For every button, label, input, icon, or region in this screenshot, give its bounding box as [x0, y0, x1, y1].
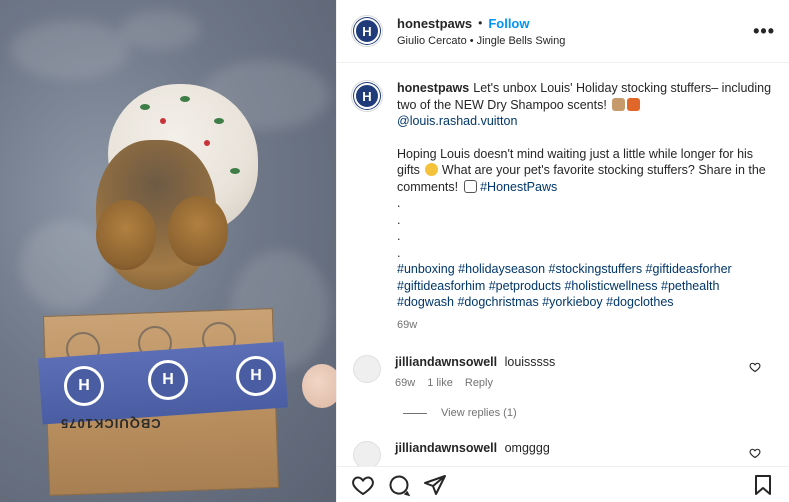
caption-dot: .: [397, 245, 401, 260]
comment-text: louisssss: [504, 355, 556, 369]
separator-dot: •: [478, 16, 483, 30]
comment-text: omgggg: [504, 441, 550, 455]
bookmark-icon[interactable]: [751, 473, 775, 497]
action-bar: [337, 466, 789, 502]
heart-icon[interactable]: [351, 473, 375, 497]
hashtag-link[interactable]: #HonestPaws: [480, 180, 557, 194]
comments-list[interactable]: H honestpaws Let's unbox Louis' Holiday s…: [337, 64, 789, 466]
comment-username[interactable]: jilliandawnsowell: [395, 355, 497, 369]
comment-item: jilliandawnsowell louisssss 69w 1 like R…: [351, 355, 775, 389]
comment-username[interactable]: jilliandawnsowell: [395, 441, 497, 455]
caption-timestamp[interactable]: 69w: [397, 317, 775, 334]
post-media[interactable]: H H H CBQUICK1075: [0, 0, 336, 502]
post-header: H honestpaws • Follow Giulio Cercato • J…: [337, 0, 789, 63]
comment-timestamp[interactable]: 69w: [395, 377, 415, 389]
comment-icon[interactable]: [387, 473, 411, 497]
avatar[interactable]: H: [351, 80, 383, 112]
box-label: CBQUICK1075: [60, 416, 161, 431]
mention-link[interactable]: @louis.rashad.vuitton: [397, 114, 517, 128]
view-replies-button[interactable]: View replies (1): [403, 407, 775, 419]
caption-dot: .: [397, 196, 401, 210]
reply-button[interactable]: Reply: [465, 377, 493, 389]
more-options-icon[interactable]: •••: [753, 21, 775, 42]
speech-bubble-emoji-icon: [463, 179, 477, 193]
avatar[interactable]: [353, 355, 381, 383]
smile-emoji-icon: [425, 163, 439, 176]
brand-logo-icon: H: [148, 360, 188, 400]
post-modal: H H H CBQUICK1075 H honestpaws • Follow …: [0, 0, 789, 502]
gift-emoji-icon: [627, 97, 641, 111]
comment-item: jilliandawnsowell omgggg: [351, 441, 775, 466]
audio-track[interactable]: Giulio Cercato • Jingle Bells Swing: [397, 35, 753, 47]
comment-likes[interactable]: 1 like: [427, 377, 453, 389]
heart-icon[interactable]: [749, 447, 761, 459]
caption-dot: .: [397, 212, 401, 227]
heart-icon[interactable]: [749, 361, 761, 373]
caption-question: What are your pet's favorite stocking st…: [397, 163, 766, 194]
caption-dot: .: [397, 229, 401, 243]
soap-emoji-icon: [612, 97, 626, 111]
avatar[interactable]: [353, 441, 381, 466]
brand-logo-icon: H: [236, 356, 276, 396]
post-details-panel: H honestpaws • Follow Giulio Cercato • J…: [336, 0, 789, 502]
brand-logo-icon: H: [64, 366, 104, 406]
caption-username[interactable]: honestpaws: [397, 81, 469, 95]
post-caption: H honestpaws Let's unbox Louis' Holiday s…: [351, 80, 775, 333]
avatar[interactable]: H: [351, 15, 383, 47]
view-replies-label: View replies (1): [441, 407, 517, 419]
follow-button[interactable]: Follow: [488, 16, 529, 31]
share-icon[interactable]: [423, 473, 447, 497]
hashtag-list[interactable]: #unboxing #holidayseason #stockingstuffe…: [397, 261, 775, 311]
hand: [302, 364, 336, 408]
author-username[interactable]: honestpaws: [397, 16, 472, 31]
